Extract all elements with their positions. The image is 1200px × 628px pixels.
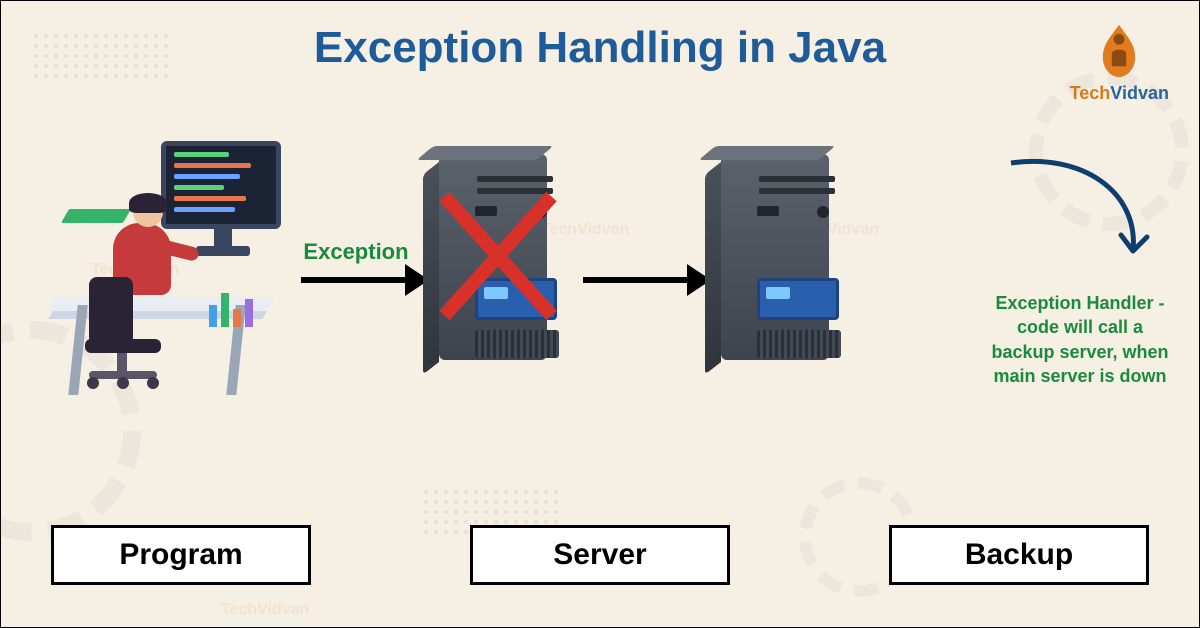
label-server: Server (470, 525, 730, 585)
handler-text: Exception Handler - code will call a bac… (985, 291, 1175, 388)
programmer-illustration-icon (41, 131, 301, 391)
page-title: Exception Handling in Java (1, 23, 1199, 73)
node-backup (693, 146, 865, 376)
logo-mark-icon (1092, 21, 1146, 81)
brand-logo: TechVidvan (1070, 21, 1169, 104)
arrow-right-icon (301, 277, 411, 283)
bg-dots-icon (31, 31, 171, 81)
watermark: TechVidvan (221, 601, 309, 619)
label-program: Program (51, 525, 311, 585)
logo-tech: Tech (1070, 83, 1111, 103)
curved-arrow-icon (1001, 151, 1151, 271)
arrow-exception: Exception (301, 239, 411, 283)
node-program (41, 131, 301, 391)
arrow-right-icon (583, 277, 693, 283)
handler-annotation: Exception Handler - code will call a bac… (985, 161, 1175, 388)
arrow-to-backup: . (583, 239, 693, 283)
server-down-icon (417, 146, 577, 376)
arrow-label: Exception (303, 239, 408, 265)
logo-vidvan: Vidvan (1110, 83, 1169, 103)
server-backup-icon (699, 146, 859, 376)
bar-chart-icon (209, 293, 253, 327)
label-backup: Backup (889, 525, 1149, 585)
logo-text: TechVidvan (1070, 83, 1169, 104)
chair-icon (89, 277, 133, 345)
label-row: Program Server Backup (51, 525, 1149, 585)
node-server (411, 146, 583, 376)
